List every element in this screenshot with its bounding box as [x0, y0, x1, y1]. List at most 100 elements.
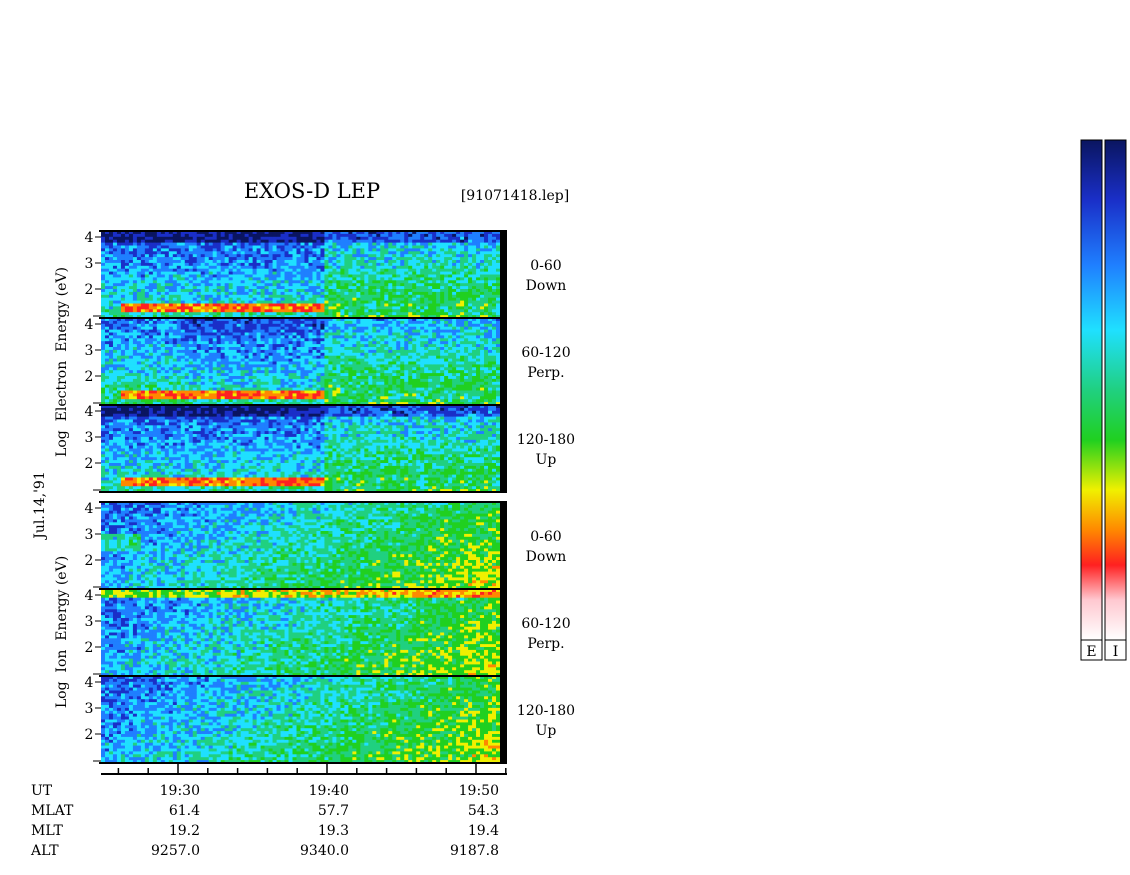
heatmap-cell: [253, 292, 257, 295]
heatmap-cell: [273, 388, 277, 391]
heatmap-cell: [109, 269, 113, 272]
heatmap-cell: [456, 289, 460, 292]
heatmap-cell: [420, 289, 424, 292]
heatmap-cell: [185, 243, 189, 246]
heatmap-cell: [336, 391, 340, 394]
heatmap-cell: [201, 347, 205, 350]
heatmap-cell: [101, 301, 105, 304]
heatmap-cell: [269, 248, 273, 251]
heatmap-cell: [312, 257, 316, 260]
heatmap-cell: [201, 309, 205, 312]
heatmap-cell: [217, 237, 221, 240]
heatmap-cell: [273, 341, 277, 344]
heatmap-cell: [476, 257, 480, 260]
heatmap-cell: [257, 327, 261, 330]
heatmap-cell: [376, 298, 380, 301]
heatmap-cell: [157, 292, 161, 295]
heatmap-cell: [320, 312, 324, 315]
heatmap-cell: [336, 280, 340, 283]
heatmap-cell: [225, 370, 229, 373]
heatmap-cell: [241, 275, 245, 278]
heatmap-cell: [265, 338, 269, 341]
heatmap-cell: [289, 370, 293, 373]
heatmap-cell: [440, 301, 444, 304]
heatmap-cell: [356, 327, 360, 330]
heatmap-cell: [472, 269, 476, 272]
heatmap-cell: [332, 391, 336, 394]
heatmap-cell: [165, 356, 169, 359]
heatmap-cell: [348, 391, 352, 394]
heatmap-cell: [137, 306, 141, 309]
heatmap-cell: [328, 251, 332, 254]
heatmap-cell: [336, 341, 340, 344]
heatmap-cell: [137, 364, 141, 367]
heatmap-cell: [221, 350, 225, 353]
heatmap-cell: [241, 359, 245, 362]
heatmap-cell: [281, 376, 285, 379]
heatmap-cell: [301, 248, 305, 251]
heatmap-cell: [133, 330, 137, 333]
heatmap-cell: [356, 234, 360, 237]
heatmap-cell: [149, 280, 153, 283]
heatmap-cell: [133, 309, 137, 312]
heatmap-cell: [125, 295, 129, 298]
heatmap-cell: [328, 341, 332, 344]
heatmap-cell: [297, 344, 301, 347]
heatmap-cell: [257, 295, 261, 298]
heatmap-cell: [177, 370, 181, 373]
heatmap-cell: [233, 388, 237, 391]
heatmap-cell: [209, 309, 213, 312]
heatmap-cell: [476, 243, 480, 246]
heatmap-cell: [293, 364, 297, 367]
heatmap-cell: [420, 240, 424, 243]
heatmap-cell: [452, 280, 456, 283]
heatmap-cell: [145, 306, 149, 309]
heatmap-cell: [269, 301, 273, 304]
heatmap-cell: [444, 246, 448, 249]
heatmap-cell: [452, 277, 456, 280]
heatmap-cell: [205, 388, 209, 391]
heatmap-cell: [125, 359, 129, 362]
heatmap-cell: [476, 280, 480, 283]
heatmap-cell: [209, 234, 213, 237]
heatmap-cell: [189, 367, 193, 370]
heatmap-cell: [281, 301, 285, 304]
heatmap-cell: [265, 269, 269, 272]
heatmap-cell: [105, 399, 109, 402]
heatmap-cell: [213, 376, 217, 379]
heatmap-cell: [372, 272, 376, 275]
heatmap-cell: [269, 362, 273, 365]
heatmap-cell: [352, 344, 356, 347]
heatmap-cell: [312, 388, 316, 391]
heatmap-cell: [177, 396, 181, 399]
heatmap-cell: [157, 335, 161, 338]
heatmap-cell: [269, 376, 273, 379]
heatmap-cell: [492, 251, 496, 254]
heatmap-cell: [400, 275, 404, 278]
heatmap-cell: [301, 257, 305, 260]
heatmap-cell: [117, 292, 121, 295]
heatmap-cell: [105, 373, 109, 376]
heatmap-cell: [424, 237, 428, 240]
heatmap-cell: [113, 237, 117, 240]
heatmap-cell: [420, 277, 424, 280]
heatmap-cell: [145, 280, 149, 283]
heatmap-cell: [213, 396, 217, 399]
heatmap-cell: [452, 289, 456, 292]
heatmap-cell: [221, 327, 225, 330]
heatmap-cell: [137, 367, 141, 370]
heatmap-cell: [257, 324, 261, 327]
heatmap-cell: [173, 306, 177, 309]
heatmap-cell: [344, 269, 348, 272]
heatmap-cell: [340, 254, 344, 257]
heatmap-cell: [173, 295, 177, 298]
heatmap-cell: [177, 254, 181, 257]
heatmap-cell: [312, 335, 316, 338]
heatmap-cell: [177, 280, 181, 283]
heatmap-cell: [173, 379, 177, 382]
heatmap-cell: [304, 295, 308, 298]
heatmap-cell: [193, 335, 197, 338]
heatmap-cell: [289, 335, 293, 338]
heatmap-cell: [472, 289, 476, 292]
heatmap-cell: [177, 330, 181, 333]
